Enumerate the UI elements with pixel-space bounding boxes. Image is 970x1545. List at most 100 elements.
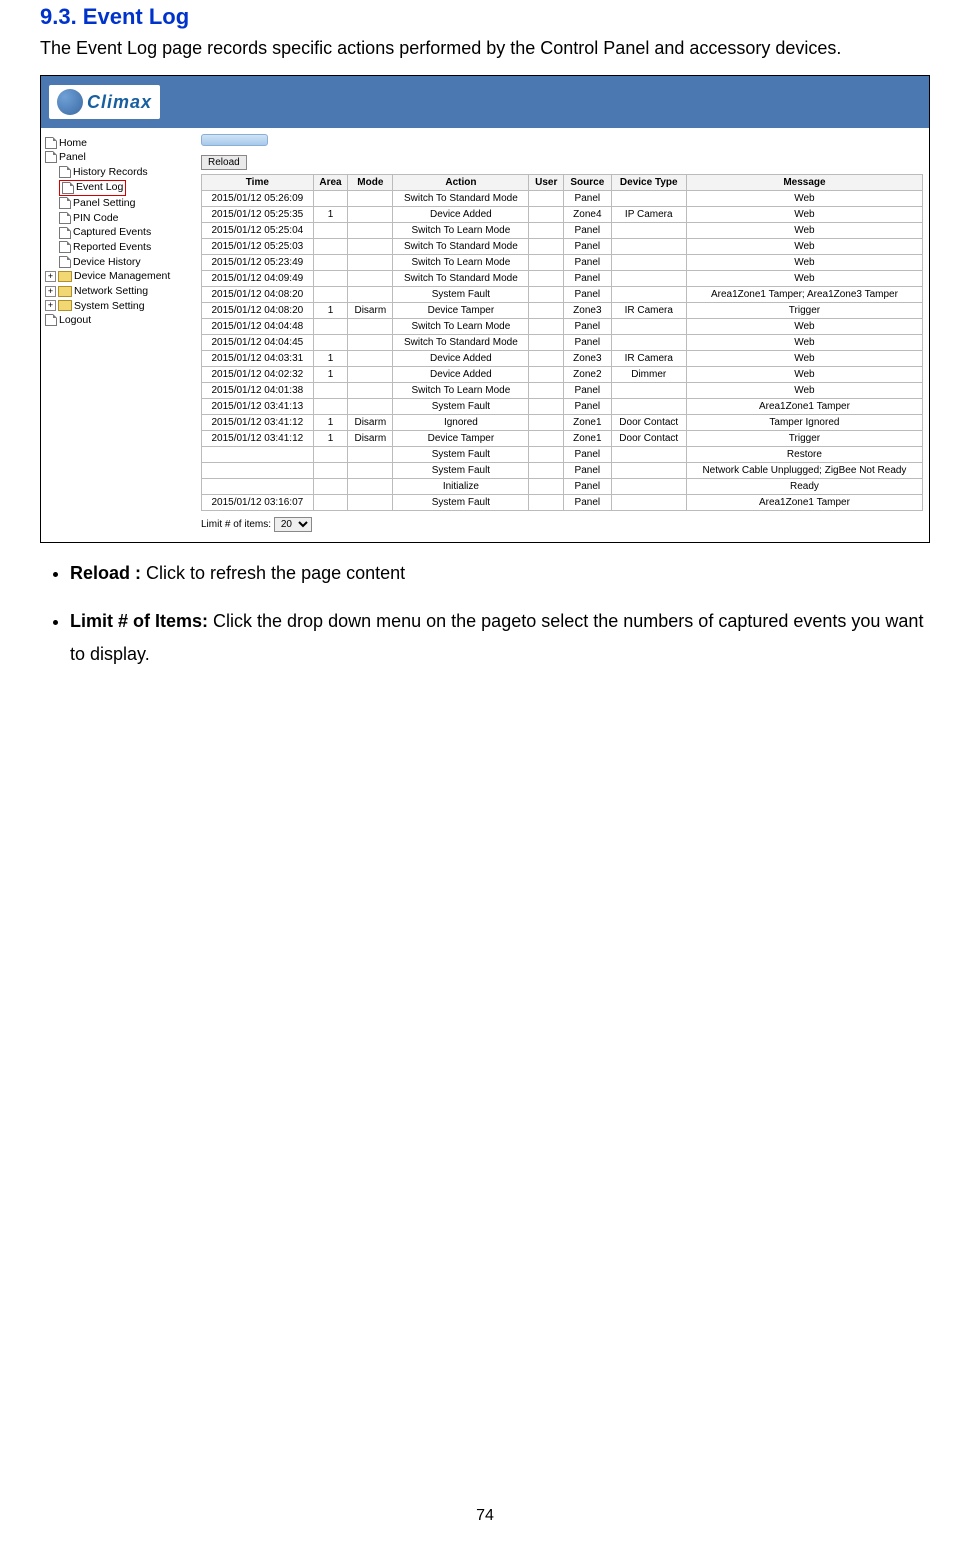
- nav-tree: Home Panel History Records Event Log Pan…: [41, 128, 195, 336]
- table-cell: [348, 479, 393, 495]
- page-icon: [62, 182, 74, 194]
- table-cell: 2015/01/12 05:23:49: [202, 255, 314, 271]
- table-cell: [529, 367, 564, 383]
- table-cell: Switch To Standard Mode: [393, 191, 529, 207]
- table-row: 2015/01/12 03:16:07System FaultPanelArea…: [202, 495, 923, 511]
- table-cell: Switch To Standard Mode: [393, 239, 529, 255]
- table-cell: 2015/01/12 04:03:31: [202, 351, 314, 367]
- table-row: System FaultPanelRestore: [202, 447, 923, 463]
- table-cell: 2015/01/12 03:41:12: [202, 415, 314, 431]
- nav-logout[interactable]: Logout: [43, 314, 193, 329]
- table-cell: Ignored: [393, 415, 529, 431]
- table-cell: Panel: [564, 319, 612, 335]
- table-row: 2015/01/12 03:41:121DisarmIgnoredZone1Do…: [202, 415, 923, 431]
- nav-panel[interactable]: Panel: [43, 151, 193, 166]
- table-cell: [348, 255, 393, 271]
- app-header: Climax: [41, 76, 929, 128]
- nav-home[interactable]: Home: [43, 136, 193, 151]
- table-cell: [529, 495, 564, 511]
- expand-icon[interactable]: +: [45, 300, 56, 311]
- logo-text: Climax: [87, 92, 152, 113]
- table-row: 2015/01/12 05:25:351Device AddedZone4IP …: [202, 207, 923, 223]
- table-cell: 2015/01/12 05:25:03: [202, 239, 314, 255]
- table-cell: Panel: [564, 239, 612, 255]
- reload-button[interactable]: Reload: [201, 155, 247, 170]
- nav-device-history[interactable]: Device History: [43, 255, 193, 270]
- table-cell: [348, 447, 393, 463]
- table-cell: [348, 399, 393, 415]
- logo-icon: [57, 89, 83, 115]
- table-cell: 1: [313, 367, 348, 383]
- table-cell: Web: [686, 335, 922, 351]
- bullet-reload: Reload : Click to refresh the page conte…: [70, 557, 930, 589]
- table-header-cell: Source: [564, 175, 612, 191]
- table-cell: Switch To Learn Mode: [393, 383, 529, 399]
- table-cell: 2015/01/12 03:41:13: [202, 399, 314, 415]
- table-cell: [313, 463, 348, 479]
- limit-select[interactable]: 20: [274, 517, 312, 532]
- table-cell: [313, 271, 348, 287]
- page-icon: [59, 166, 71, 178]
- table-cell: 2015/01/12 05:25:04: [202, 223, 314, 239]
- table-cell: [611, 239, 686, 255]
- table-cell: System Fault: [393, 447, 529, 463]
- table-cell: [313, 495, 348, 511]
- table-row: 2015/01/12 05:23:49Switch To Learn ModeP…: [202, 255, 923, 271]
- scrollbar[interactable]: [201, 134, 268, 146]
- nav-pin[interactable]: PIN Code: [43, 211, 193, 226]
- table-header-cell: Device Type: [611, 175, 686, 191]
- table-cell: Web: [686, 207, 922, 223]
- nav-system[interactable]: +System Setting: [43, 299, 193, 314]
- table-cell: [611, 271, 686, 287]
- table-cell: [611, 463, 686, 479]
- nav-network[interactable]: +Network Setting: [43, 284, 193, 299]
- table-cell: Panel: [564, 255, 612, 271]
- table-cell: Zone3: [564, 351, 612, 367]
- folder-icon: [58, 300, 72, 311]
- table-cell: Web: [686, 223, 922, 239]
- table-row: 2015/01/12 05:26:09Switch To Standard Mo…: [202, 191, 923, 207]
- table-cell: Device Added: [393, 367, 529, 383]
- table-cell: [313, 287, 348, 303]
- expand-icon[interactable]: +: [45, 271, 56, 282]
- page-icon: [59, 256, 71, 268]
- nav-reported[interactable]: Reported Events: [43, 240, 193, 255]
- table-cell: [529, 447, 564, 463]
- table-cell: [611, 479, 686, 495]
- table-cell: [529, 479, 564, 495]
- table-cell: [348, 319, 393, 335]
- table-cell: [529, 431, 564, 447]
- logo: Climax: [49, 85, 160, 119]
- table-row: 2015/01/12 04:04:45Switch To Standard Mo…: [202, 335, 923, 351]
- table-cell: [313, 335, 348, 351]
- nav-device-management[interactable]: +Device Management: [43, 270, 193, 285]
- table-cell: Door Contact: [611, 431, 686, 447]
- nav-history[interactable]: History Records: [43, 165, 193, 180]
- table-cell: [529, 287, 564, 303]
- table-cell: [529, 335, 564, 351]
- folder-icon: [58, 271, 72, 282]
- table-row: 2015/01/12 04:09:49Switch To Standard Mo…: [202, 271, 923, 287]
- table-cell: 2015/01/12 03:16:07: [202, 495, 314, 511]
- table-cell: 2015/01/12 05:25:35: [202, 207, 314, 223]
- event-log-table: TimeAreaModeActionUserSourceDevice TypeM…: [201, 174, 923, 511]
- table-row: 2015/01/12 03:41:13System FaultPanelArea…: [202, 399, 923, 415]
- table-header-cell: Action: [393, 175, 529, 191]
- description-list: Reload : Click to refresh the page conte…: [70, 557, 930, 670]
- table-cell: [611, 399, 686, 415]
- table-cell: Panel: [564, 335, 612, 351]
- table-cell: Disarm: [348, 303, 393, 319]
- table-cell: 1: [313, 303, 348, 319]
- content-area: Reload TimeAreaModeActionUserSourceDevic…: [195, 128, 929, 542]
- table-row: 2015/01/12 05:25:04Switch To Learn ModeP…: [202, 223, 923, 239]
- nav-panel-setting[interactable]: Panel Setting: [43, 197, 193, 212]
- table-cell: Initialize: [393, 479, 529, 495]
- table-cell: [348, 223, 393, 239]
- nav-event-log[interactable]: Event Log: [43, 180, 193, 197]
- table-cell: Web: [686, 271, 922, 287]
- table-row: 2015/01/12 04:08:201DisarmDevice TamperZ…: [202, 303, 923, 319]
- nav-captured[interactable]: Captured Events: [43, 226, 193, 241]
- table-cell: [611, 287, 686, 303]
- expand-icon[interactable]: +: [45, 286, 56, 297]
- table-cell: [611, 319, 686, 335]
